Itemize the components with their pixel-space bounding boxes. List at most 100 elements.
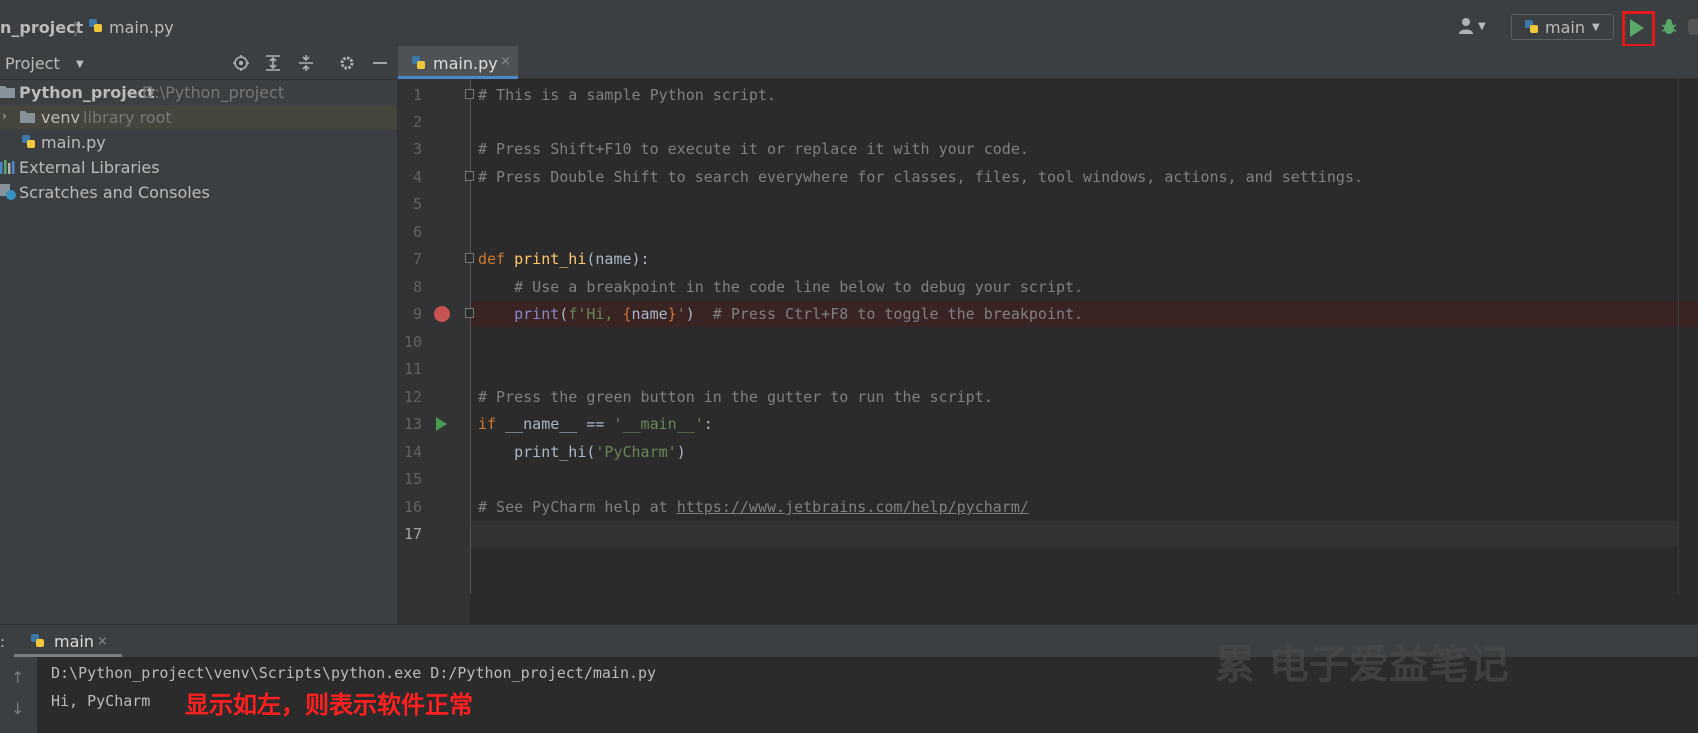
breadcrumb-project[interactable]: n_project	[0, 18, 83, 37]
comment: # Press Shift+F10 to execute it or repla…	[478, 140, 1029, 158]
keyword: if	[478, 415, 497, 433]
minimize-icon[interactable]	[371, 54, 389, 72]
library-icon	[0, 160, 15, 174]
python-file-icon	[22, 135, 35, 148]
code-line[interactable]: # This is a sample Python script.	[478, 86, 776, 104]
breakpoint-icon[interactable]	[434, 306, 450, 322]
arrow-down-icon[interactable]: ↓	[11, 699, 24, 718]
gutter-divider	[470, 79, 471, 594]
code-text: print_hi(	[478, 443, 596, 461]
line-number: 16	[403, 498, 422, 516]
tree-item-hint: D:\Python_project	[142, 83, 285, 102]
comment: # Press the green button in the gutter t…	[478, 388, 993, 406]
chevron-down-icon[interactable]: ▼	[1478, 21, 1486, 32]
tree-item-external-libraries[interactable]: External Libraries	[0, 155, 397, 179]
line-number: 12	[403, 388, 422, 406]
fold-icon[interactable]	[465, 89, 474, 99]
line-number: 8	[412, 278, 422, 296]
keyword: def	[478, 250, 506, 268]
breadcrumb-file[interactable]: main.py	[109, 18, 174, 37]
collapse-all-icon[interactable]	[297, 54, 315, 72]
line-number: 17	[403, 525, 422, 543]
tree-item-venv[interactable]: › venv library root	[0, 105, 397, 129]
close-icon[interactable]: ×	[500, 54, 511, 69]
locate-icon[interactable]	[232, 54, 250, 72]
tree-item-python-project[interactable]: Python_project D:\Python_project	[0, 80, 397, 104]
chevron-down-icon[interactable]: ▼	[76, 59, 84, 70]
right-margin-guide	[1678, 79, 1679, 594]
chevron-down-icon: ▼	[1592, 22, 1600, 33]
console-line: Hi, PyCharm	[51, 692, 151, 710]
code-line[interactable]: # Press the green button in the gutter t…	[478, 388, 993, 406]
fold-icon[interactable]	[465, 171, 474, 181]
debug-icon[interactable]	[1660, 18, 1678, 36]
tab-label: main.py	[433, 54, 498, 73]
help-link[interactable]: https://www.jetbrains.com/help/pycharm/	[677, 498, 1029, 516]
tree-item-hint: library root	[83, 108, 172, 127]
tree-item-main-py[interactable]: main.py	[0, 130, 397, 154]
annotation-text: 显示如左，则表示软件正常	[185, 691, 473, 719]
code-text: __name__ ==	[496, 415, 614, 433]
code-line[interactable]: # See PyCharm help at https://www.jetbra…	[478, 498, 1029, 516]
line-number: 1	[412, 86, 422, 104]
fold-icon[interactable]	[465, 253, 474, 263]
navigation-bar	[0, 10, 1698, 47]
line-number: 13	[403, 415, 422, 433]
python-icon	[1525, 20, 1538, 33]
code-line[interactable]: if __name__ == '__main__':	[478, 415, 713, 433]
caret-line-highlight	[471, 521, 1678, 547]
string: 'PyCharm'	[595, 443, 677, 461]
line-number: 6	[412, 223, 422, 241]
code-text: :	[703, 415, 713, 433]
run-icon[interactable]	[1630, 19, 1644, 37]
code-line[interactable]: print(f'Hi, {name}') # Press Ctrl+F8 to …	[478, 305, 1083, 323]
run-tab-main[interactable]: main	[54, 632, 94, 651]
line-number: 7	[412, 250, 422, 268]
tree-item-label: External Libraries	[19, 158, 160, 177]
code-line[interactable]: # Press Double Shift to search everywher…	[478, 168, 1363, 186]
function-name: print_hi	[514, 250, 587, 268]
close-icon[interactable]: ×	[97, 634, 108, 649]
gutter-run-icon[interactable]	[436, 417, 447, 431]
arrow-up-icon[interactable]: ↑	[11, 668, 24, 687]
python-file-icon	[89, 19, 102, 32]
run-configuration-label: main	[1545, 18, 1585, 37]
code-text: (name):	[586, 250, 650, 268]
code-line[interactable]: # Press Shift+F10 to execute it or repla…	[478, 140, 1029, 158]
gear-icon[interactable]	[338, 54, 356, 72]
chevron-right-icon[interactable]: ›	[2, 109, 7, 123]
code-line[interactable]: def print_hi(name):	[478, 250, 650, 268]
line-number: 11	[403, 360, 422, 378]
project-panel-title[interactable]: Project	[5, 54, 60, 73]
tree-item-scratches[interactable]: Scratches and Consoles	[0, 180, 397, 204]
fstring-brace: }	[667, 305, 677, 323]
comment: # See PyCharm help at	[478, 498, 677, 516]
user-icon[interactable]	[1458, 17, 1478, 35]
builtin: print	[514, 305, 560, 323]
folder-icon	[0, 86, 15, 98]
tree-item-label: Scratches and Consoles	[19, 183, 210, 202]
comment: # Press Ctrl+F8 to toggle the breakpoint…	[694, 305, 1084, 323]
expand-all-icon[interactable]	[264, 54, 282, 72]
line-number: 4	[412, 168, 422, 186]
code-line[interactable]: # Use a breakpoint in the code line belo…	[478, 278, 1083, 296]
string: '__main__'	[613, 415, 704, 433]
python-file-icon	[412, 56, 425, 69]
code-line[interactable]: print_hi('PyCharm')	[478, 443, 686, 461]
scratches-icon	[0, 184, 16, 200]
code-text: (	[559, 305, 569, 323]
fstring-brace: {	[622, 305, 632, 323]
line-number: 14	[403, 443, 422, 461]
fold-icon[interactable]	[465, 308, 474, 318]
run-panel-prefix: :	[0, 633, 6, 651]
line-number: 3	[412, 140, 422, 158]
line-number: 15	[403, 470, 422, 488]
code-text: name	[631, 305, 668, 323]
tree-item-label: venv	[41, 108, 80, 127]
watermark: 累 电子爱益笔记	[1215, 642, 1509, 688]
toolbar-overflow-icon[interactable]	[1688, 19, 1698, 35]
tree-item-label: Python_project	[19, 83, 155, 102]
console-line: D:\Python_project\venv\Scripts\python.ex…	[51, 664, 657, 682]
editor-tab-bar	[398, 46, 1698, 79]
